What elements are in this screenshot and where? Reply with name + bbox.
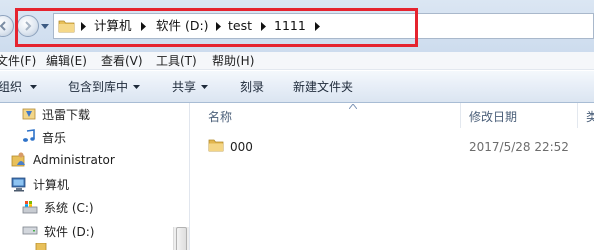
folder-icon	[208, 139, 224, 152]
drive-icon	[22, 226, 38, 235]
include-in-library-dropdown-icon[interactable]	[133, 85, 140, 89]
column-name[interactable]: 名称	[208, 110, 232, 124]
nav-scrollbar-thumb[interactable]	[176, 227, 187, 250]
column-header: 名称 修改日期 类	[191, 103, 594, 128]
music-icon	[23, 129, 35, 142]
nav-item-system-c[interactable]: 系统 (C:)	[44, 201, 94, 215]
nav-item-thunder-download[interactable]: 迅雷下载	[42, 108, 90, 122]
share-button[interactable]: 共享	[172, 80, 196, 94]
file-list-pane: 名称 修改日期 类 000 2017/5/28 22:52	[191, 103, 594, 250]
menu-help[interactable]: 帮助(H)	[212, 54, 254, 68]
navigation-pane: 迅雷下载 音乐 Administrator 计算机 系统 (C:) 软件 (D:…	[0, 103, 190, 250]
nav-scrollbar[interactable]	[173, 227, 189, 250]
column-date-modified[interactable]: 修改日期	[469, 110, 517, 124]
column-separator[interactable]	[460, 103, 461, 128]
menu-file[interactable]: 文件(F)	[0, 54, 36, 68]
folder-icon	[35, 243, 47, 250]
nav-item-computer[interactable]: 计算机	[33, 178, 69, 192]
red-highlight-annotation	[15, 8, 418, 47]
nav-item-software-d[interactable]: 软件 (D:)	[44, 225, 94, 239]
back-arrow-icon	[0, 21, 6, 31]
new-folder-button[interactable]: 新建文件夹	[293, 80, 353, 94]
file-date-modified: 2017/5/28 22:52	[469, 140, 569, 154]
burn-button[interactable]: 刻录	[240, 80, 264, 94]
file-name[interactable]: 000	[230, 140, 253, 154]
share-dropdown-icon[interactable]	[201, 85, 208, 89]
nav-item-music[interactable]: 音乐	[42, 131, 66, 145]
thunder-download-icon	[22, 108, 36, 120]
back-button[interactable]	[0, 15, 14, 37]
system-drive-icon	[22, 201, 38, 214]
column-separator[interactable]	[577, 103, 578, 128]
computer-icon	[11, 177, 26, 192]
command-toolbar: 组织 包含到库中 共享 刻录 新建文件夹	[0, 71, 594, 103]
column-type[interactable]: 类	[586, 110, 594, 124]
menu-edit[interactable]: 编辑(E)	[46, 54, 87, 68]
address-area: 计算机 软件 (D:) test 1111	[0, 0, 594, 52]
include-in-library-button[interactable]: 包含到库中	[68, 80, 128, 94]
menu-tools[interactable]: 工具(T)	[156, 54, 197, 68]
menu-view[interactable]: 查看(V)	[101, 54, 143, 68]
organize-dropdown-icon[interactable]	[30, 85, 37, 89]
user-folder-icon	[11, 152, 25, 167]
nav-item-administrator[interactable]: Administrator	[33, 153, 115, 167]
menu-bar: 文件(F) 编辑(E) 查看(V) 工具(T) 帮助(H)	[0, 52, 594, 70]
sort-up-icon	[349, 104, 357, 109]
organize-button[interactable]: 组织	[0, 80, 22, 94]
